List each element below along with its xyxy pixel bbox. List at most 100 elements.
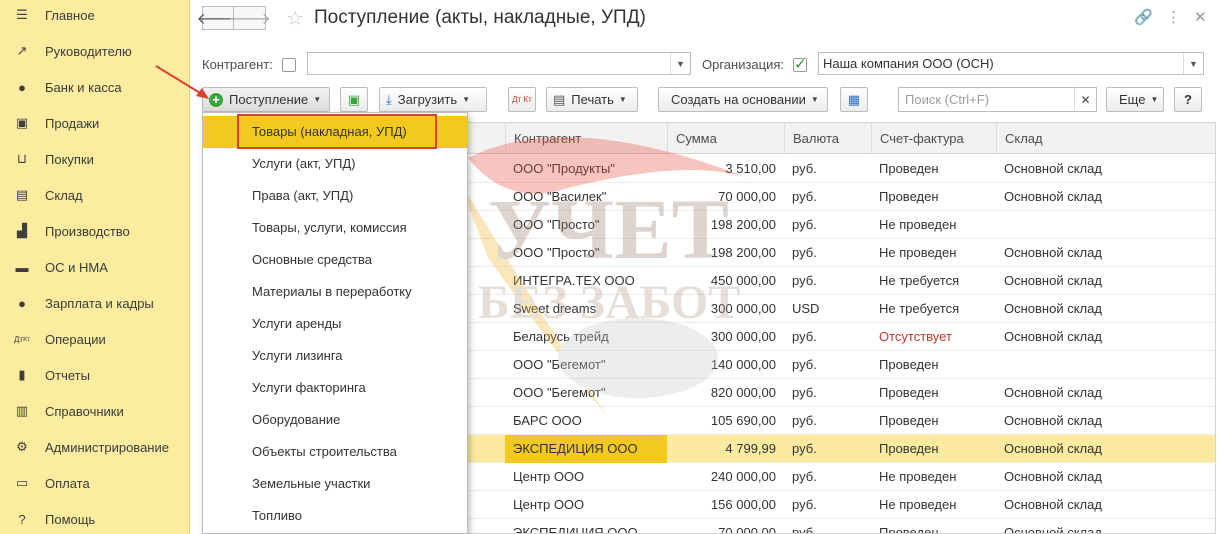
schet-faktura-cell: Проведен: [879, 161, 939, 176]
menu-item-stroitelstvo[interactable]: Объекты строительства: [203, 436, 467, 468]
sidebar-item-label: Главное: [45, 7, 95, 23]
kontragent-cell: ООО "Бегемот": [513, 385, 606, 400]
chevron-down-icon: ▼: [810, 95, 819, 104]
highlight-callout-box: [237, 114, 437, 149]
menu-item-lizing[interactable]: Услуги лизинга: [203, 340, 467, 372]
menu-item-toplivo[interactable]: Топливо: [203, 500, 467, 532]
kontragent-field[interactable]: ▼: [307, 52, 691, 75]
gear-icon: ⚙: [16, 439, 28, 454]
dt-kt-button[interactable]: Дт Кт: [508, 87, 536, 112]
help-button[interactable]: ?: [1174, 87, 1202, 112]
sidebar-item-main[interactable]: ☰ Главное: [0, 0, 190, 33]
sidebar-item-operations[interactable]: Дт Кт Операции: [0, 321, 190, 357]
sidebar-item-label: Руководителю: [45, 43, 132, 59]
organization-checkbox[interactable]: [793, 55, 807, 73]
sidebar-item-references[interactable]: ▥ Справочники: [0, 393, 190, 429]
sidebar-item-assets[interactable]: ▬ ОС и НМА: [0, 249, 190, 285]
more-label: Еще: [1119, 92, 1146, 107]
kontragent-cell: ООО "Просто": [513, 217, 600, 232]
menu-item-komissiya[interactable]: Товары, услуги, комиссия: [203, 212, 467, 244]
sozdat-button[interactable]: Создать на основании ▼: [658, 87, 828, 112]
coin-icon: ●: [18, 79, 26, 95]
close-icon: ✕: [1080, 92, 1091, 107]
menu-item-oborudovanie[interactable]: Оборудование: [203, 404, 467, 436]
summa-cell: 3 510,00: [725, 161, 776, 176]
sidebar-item-warehouse[interactable]: ▤ Склад: [0, 177, 190, 213]
zagruzit-button[interactable]: ⤓ Загрузить ▼: [379, 87, 487, 112]
question-icon: ?: [18, 511, 26, 527]
menu-item-osnovnye-sredstva[interactable]: Основные средства: [203, 244, 467, 276]
column-header-valuta[interactable]: Валюта: [784, 123, 871, 154]
menu-item-prava[interactable]: Права (акт, УПД): [203, 180, 467, 212]
favorite-star-icon[interactable]: ☆: [286, 6, 304, 31]
menu-item-materialy[interactable]: Материалы в переработку: [203, 276, 467, 308]
sidebar-item-reports[interactable]: ▮ Отчеты: [0, 357, 190, 393]
main-area: 🡐 🡒 ☆ Поступление (акты, накладные, УПД)…: [190, 0, 1222, 534]
organization-field[interactable]: Наша компания ООО (ОСН) ▼: [818, 52, 1204, 75]
chevron-down-icon[interactable]: ▼: [1183, 53, 1203, 74]
forward-button[interactable]: 🡒: [228, 6, 271, 30]
menu-item-faktoring[interactable]: Услуги факторинга: [203, 372, 467, 404]
sidebar-item-admin[interactable]: ⚙ Администрирование: [0, 429, 190, 465]
sidebar-item-production[interactable]: ▟ Производство: [0, 213, 190, 249]
sklad-cell: Основной склад: [1004, 301, 1102, 316]
link-icon[interactable]: 🔗: [1134, 8, 1153, 26]
sidebar-item-sales[interactable]: ▣ Продажи: [0, 105, 190, 141]
sklad-cell: Основной склад: [1004, 525, 1102, 534]
column-header-kontragent[interactable]: Контрагент: [505, 123, 667, 154]
sidebar-item-help[interactable]: ? Помощь: [0, 501, 190, 534]
summa-cell: 198 200,00: [710, 217, 776, 232]
column-header-sklad[interactable]: Склад: [996, 123, 1215, 154]
sidebar-item-salary[interactable]: ● Зарплата и кадры: [0, 285, 190, 321]
valuta-cell: руб.: [792, 525, 817, 534]
postuplenie-button[interactable]: + Поступление ▼: [202, 87, 330, 112]
menu-item-arenda[interactable]: Услуги аренды: [203, 308, 467, 340]
schet-faktura-cell: Отсутствует: [879, 329, 952, 344]
structure-icon: ▦: [847, 91, 861, 107]
zagruzit-label: Загрузить: [397, 92, 458, 107]
organization-value: Наша компания ООО (ОСН): [823, 56, 994, 71]
column-header-summa[interactable]: Сумма: [667, 123, 784, 154]
schet-faktura-cell: Не проведен: [879, 245, 957, 260]
chevron-down-icon: ▼: [618, 95, 627, 104]
kontragent-cell: ЭКСПЕДИЦИЯ ООО: [513, 525, 638, 534]
sidebar: ☰ Главное ↗ Руководителю ● Банк и касса …: [0, 0, 190, 534]
chevron-down-icon[interactable]: ▼: [670, 53, 690, 74]
sidebar-item-bank[interactable]: ● Банк и касса: [0, 69, 190, 105]
valuta-cell: руб.: [792, 469, 817, 484]
kontragent-cell: ООО "Продукты": [513, 161, 615, 176]
structure-button[interactable]: ▦: [840, 87, 868, 112]
sidebar-item-director[interactable]: ↗ Руководителю: [0, 33, 190, 69]
summa-cell: 140 000,00: [710, 357, 776, 372]
sklad-cell: Основной склад: [1004, 245, 1102, 260]
sidebar-item-label: Справочники: [45, 403, 124, 419]
sidebar-item-payment[interactable]: ▭ Оплата: [0, 465, 190, 501]
search-input[interactable]: Поиск (Ctrl+F): [898, 87, 1097, 112]
sklad-cell: Основной склад: [1004, 329, 1102, 344]
menu-item-uslugi[interactable]: Услуги (акт, УПД): [203, 148, 467, 180]
pechat-button[interactable]: ▤ Печать ▼: [546, 87, 638, 112]
kontragent-checkbox[interactable]: [282, 58, 296, 72]
valuta-cell: руб.: [792, 273, 817, 288]
more-vertical-icon[interactable]: ⋮: [1166, 8, 1181, 26]
sidebar-item-label: Помощь: [45, 511, 96, 527]
schet-faktura-cell: Проведен: [879, 385, 939, 400]
kontragent-label: Контрагент:: [202, 57, 273, 72]
kontragent-cell: Центр ООО: [513, 469, 585, 484]
valuta-cell: руб.: [792, 441, 817, 456]
arrow-right-icon: 🡒: [228, 10, 271, 28]
cart-icon: ⊔: [16, 151, 28, 166]
summa-cell: 70 000,00: [718, 525, 776, 534]
menu-item-zemelnye[interactable]: Земельные участки: [203, 468, 467, 500]
valuta-cell: USD: [792, 301, 820, 316]
chevron-down-icon: ▼: [462, 95, 471, 104]
sidebar-item-purchases[interactable]: ⊔ Покупки: [0, 141, 190, 177]
close-icon[interactable]: ✕: [1194, 8, 1207, 26]
schet-faktura-cell: Не требуется: [879, 273, 960, 288]
copy-button[interactable]: ▣: [340, 87, 368, 112]
column-header-schet-faktura[interactable]: Счет-фактура: [871, 123, 996, 154]
search-clear-button[interactable]: ✕: [1074, 87, 1097, 112]
valuta-cell: руб.: [792, 161, 817, 176]
more-button[interactable]: Еще ▼: [1106, 87, 1164, 112]
sklad-cell: Основной склад: [1004, 413, 1102, 428]
